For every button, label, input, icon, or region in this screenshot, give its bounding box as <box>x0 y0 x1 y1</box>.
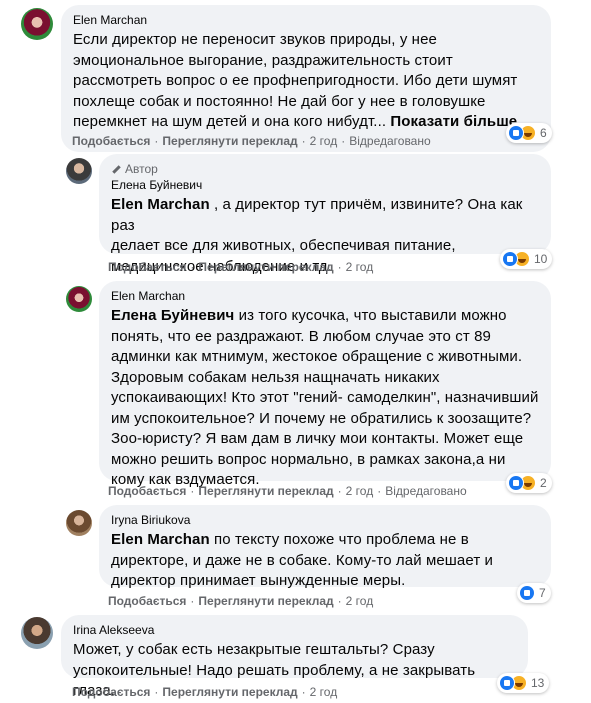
like-button[interactable]: Подобається <box>72 134 150 148</box>
reaction-summary[interactable]: 7 <box>517 583 551 603</box>
comment-author[interactable]: Irina Alekseeva <box>73 622 516 638</box>
reaction-summary[interactable]: 6 <box>506 123 552 143</box>
avatar[interactable] <box>66 158 92 184</box>
timestamp[interactable]: 2 год <box>310 134 338 148</box>
mention-link[interactable]: Elen Marchan <box>111 531 210 548</box>
mention-link[interactable]: Elen Marchan <box>111 196 210 213</box>
comment-bubble: Irina Alekseeva Может, у собак есть неза… <box>61 615 528 699</box>
like-button[interactable]: Подобається <box>108 484 186 498</box>
mention-link[interactable]: Елена Буйневич <box>111 307 234 324</box>
translate-link[interactable]: Переглянути переклад <box>198 260 333 274</box>
comment-actions: Подобається · Переглянути переклад · 2 год · В… <box>108 484 467 498</box>
like-button[interactable]: Подобається <box>108 594 186 608</box>
edited-label: Відредаговано <box>349 134 431 148</box>
like-icon <box>508 125 524 141</box>
like-icon <box>502 251 518 267</box>
comment-bubble: Elen Marchan Елена Буйневич из того кусо… <box>99 281 551 488</box>
timestamp[interactable]: 2 год <box>346 594 374 608</box>
timestamp[interactable]: 2 год <box>310 685 338 699</box>
comment-actions: Подобається · Переглянути переклад · 2 год · В… <box>72 134 431 148</box>
avatar[interactable] <box>66 286 92 312</box>
comment-bubble: Автор Елена Буйневич Elen Marchan , а ди… <box>99 154 551 275</box>
comment-author[interactable]: Елена Буйневич <box>111 177 539 193</box>
pen-icon <box>111 164 121 174</box>
comment-text: Если директор не переносит звуков природ… <box>73 31 531 130</box>
comment-actions: Подобається · Переглянути переклад · 2 год <box>108 594 374 608</box>
edited-label: Відредаговано <box>385 484 467 498</box>
comment-author[interactable]: Elen Marchan <box>111 288 539 304</box>
comment-text: Elen Marchan по тексту похоже что пробле… <box>111 531 494 589</box>
translate-link[interactable]: Переглянути переклад <box>162 685 297 699</box>
like-icon <box>519 585 535 601</box>
avatar[interactable] <box>66 510 92 536</box>
like-icon <box>508 475 524 491</box>
timestamp[interactable]: 2 год <box>346 260 374 274</box>
author-badge: Автор <box>111 161 539 177</box>
like-icon <box>499 675 515 691</box>
comment-author[interactable]: Iryna Biriukova <box>111 512 539 528</box>
comment-actions: Подобається · Переглянути переклад · 2 год <box>108 260 374 274</box>
avatar[interactable] <box>21 617 53 649</box>
translate-link[interactable]: Переглянути переклад <box>162 134 297 148</box>
comment-bubble: Elen Marchan Если директор не переносит … <box>61 5 551 152</box>
translate-link[interactable]: Переглянути переклад <box>198 594 333 608</box>
like-button[interactable]: Подобається <box>108 260 186 274</box>
comment-actions: Подобається · Переглянути переклад · 2 год <box>72 685 338 699</box>
like-button[interactable]: Подобається <box>72 685 150 699</box>
comment-bubble: Iryna Biriukova Elen Marchan по тексту п… <box>99 505 551 589</box>
timestamp[interactable]: 2 год <box>346 484 374 498</box>
reaction-summary[interactable]: 2 <box>506 473 552 493</box>
comment-author[interactable]: Elen Marchan <box>73 12 539 28</box>
avatar[interactable] <box>21 8 53 40</box>
reaction-summary[interactable]: 10 <box>500 249 553 269</box>
translate-link[interactable]: Переглянути переклад <box>198 484 333 498</box>
reaction-summary[interactable]: 13 <box>497 673 550 693</box>
comment-text: Елена Буйневич из того кусочка, что выст… <box>111 307 539 488</box>
